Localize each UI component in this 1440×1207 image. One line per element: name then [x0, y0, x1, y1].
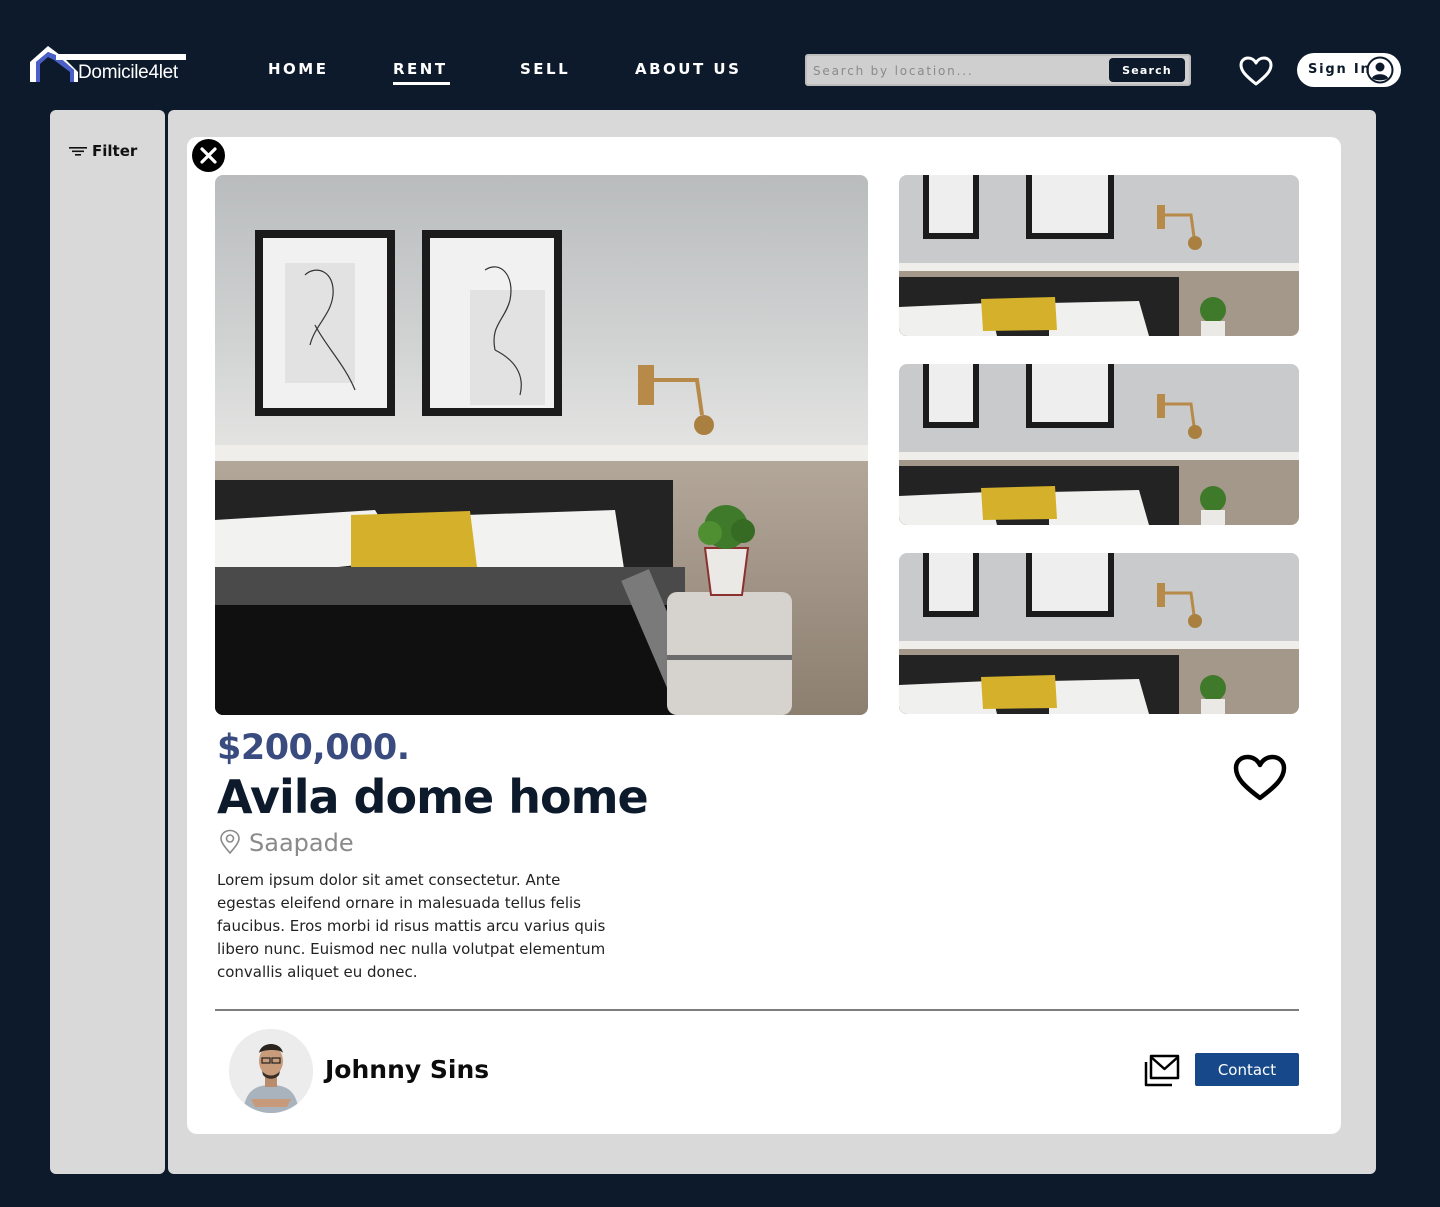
- agent-name: Johnny Sins: [325, 1055, 490, 1084]
- contact-button[interactable]: Contact: [1195, 1053, 1299, 1086]
- nav-sell[interactable]: SELL: [520, 60, 570, 78]
- bedroom-thumbnail-image: [899, 175, 1299, 336]
- brand-name: Domicile4let: [78, 62, 178, 83]
- heart-icon[interactable]: [1238, 55, 1274, 87]
- thumbnail-2[interactable]: [899, 364, 1299, 525]
- filter-lines-icon: [69, 147, 87, 156]
- filter-panel: Filter: [50, 110, 165, 1174]
- listing-location: Saapade: [249, 829, 354, 857]
- search-bar: Search: [805, 54, 1191, 86]
- filter-button[interactable]: Filter: [68, 142, 137, 160]
- brand-logo[interactable]: Domicile4let: [30, 40, 190, 84]
- mail-icon[interactable]: [1144, 1054, 1180, 1088]
- nav-rent[interactable]: RENT: [393, 60, 450, 85]
- search-input[interactable]: [813, 60, 1103, 82]
- agent-photo-image: [229, 1029, 313, 1113]
- bedroom-photo-image: [215, 175, 868, 715]
- listing-description: Lorem ipsum dolor sit amet consectetur. …: [217, 871, 606, 981]
- nav-home[interactable]: HOME: [268, 60, 328, 78]
- sign-in-button[interactable]: Sign In: [1297, 53, 1401, 87]
- thumbnail-3[interactable]: [899, 553, 1299, 714]
- divider: [215, 1009, 1299, 1011]
- bedroom-thumbnail-image: [899, 553, 1299, 714]
- agent-avatar[interactable]: [229, 1029, 313, 1113]
- filter-label: Filter: [92, 142, 138, 160]
- user-circle-icon: [1366, 56, 1394, 84]
- main-photo[interactable]: [215, 175, 868, 715]
- listing-title: Avila dome home: [217, 770, 649, 824]
- sign-in-label: Sign In: [1308, 62, 1372, 77]
- favorite-heart-icon[interactable]: [1232, 753, 1288, 803]
- listing-price: $200,000.: [217, 728, 410, 768]
- bedroom-thumbnail-image: [899, 364, 1299, 525]
- thumbnail-1[interactable]: [899, 175, 1299, 336]
- location-pin-icon: [220, 829, 240, 855]
- search-button[interactable]: Search: [1109, 58, 1185, 82]
- nav-about-us[interactable]: ABOUT US: [635, 60, 741, 78]
- close-icon[interactable]: [191, 138, 226, 173]
